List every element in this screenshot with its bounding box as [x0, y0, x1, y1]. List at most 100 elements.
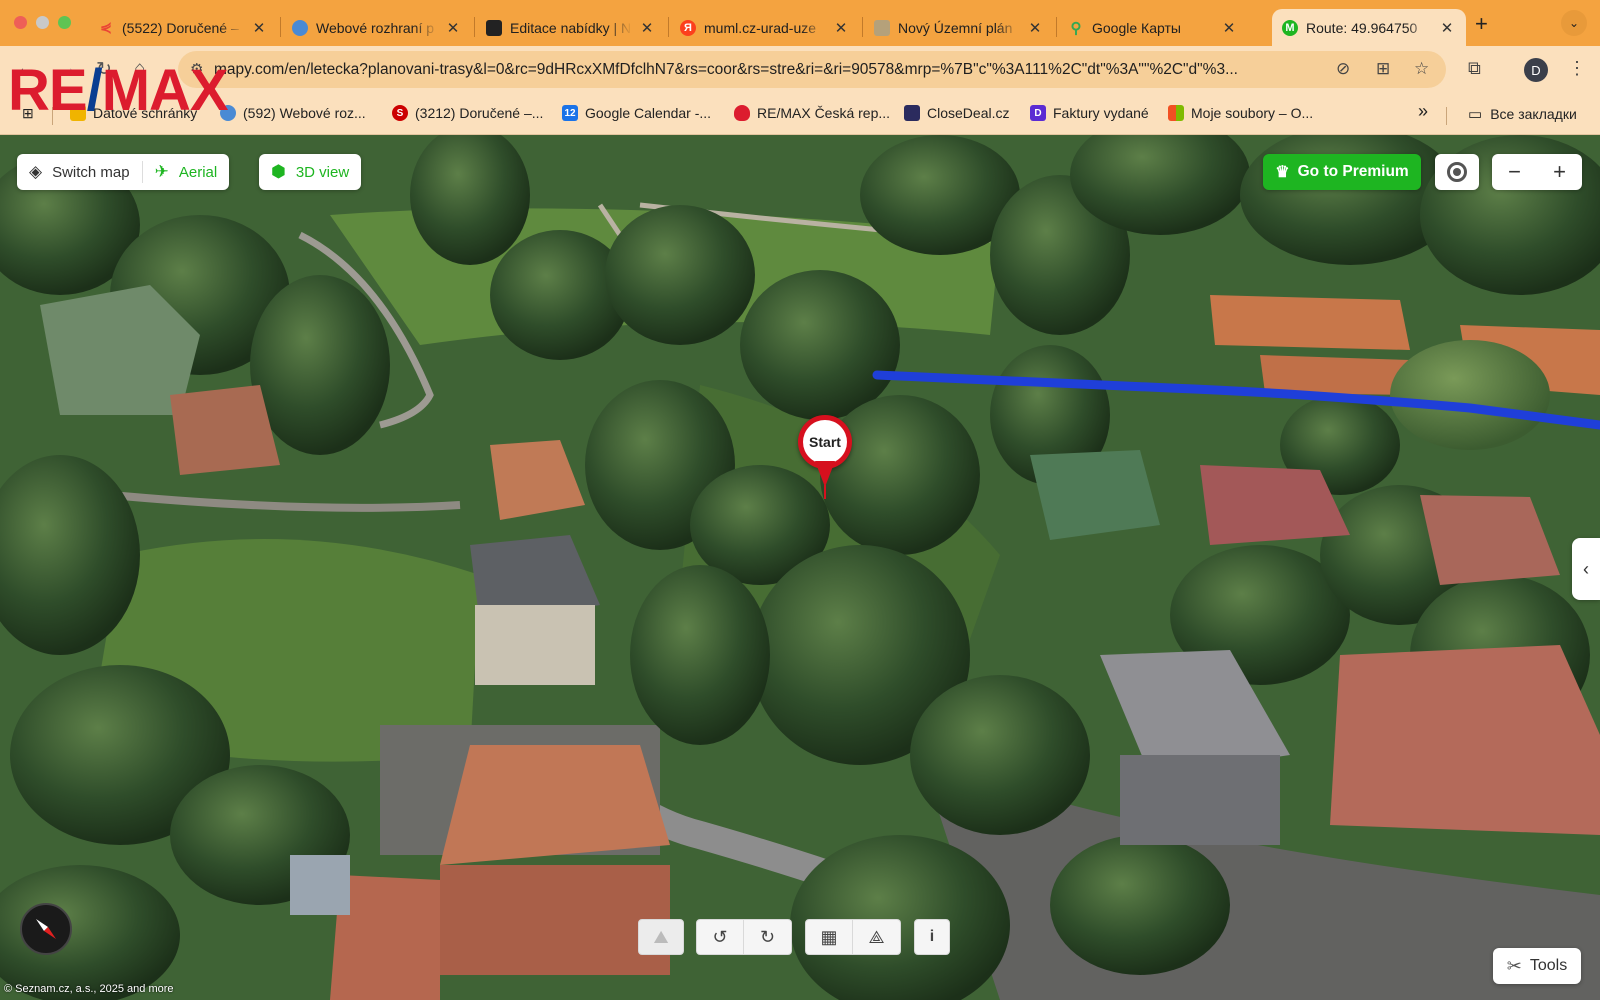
- map-pin-icon: ⚲: [1070, 19, 1082, 37]
- close-tab-icon[interactable]: ✕: [1438, 19, 1456, 37]
- globe-icon: [292, 19, 308, 36]
- start-marker-label: Start: [803, 420, 847, 464]
- rotate-right-icon: ↻: [759, 926, 776, 947]
- info-control: i: [914, 919, 950, 955]
- perspective-view-button[interactable]: ⟁: [853, 919, 901, 955]
- zoom-out-button[interactable]: −: [1508, 159, 1521, 185]
- eye-slash-icon[interactable]: ⊘: [1336, 59, 1350, 79]
- map-type-controls: ◈ Switch map ✈ Aerial: [17, 154, 230, 190]
- cube-icon: ⬢: [271, 162, 286, 181]
- browser-tab[interactable]: ⋞ (5522) Doručené – ✕: [88, 9, 278, 46]
- rotate-right-button[interactable]: ↻: [744, 919, 792, 955]
- close-window-button[interactable]: [14, 16, 27, 29]
- browser-tab[interactable]: Webové rozhraní p ✕: [282, 9, 472, 46]
- profile-avatar[interactable]: D: [1524, 58, 1548, 82]
- browser-tab[interactable]: Я muml.cz-urad-uze ✕: [670, 9, 860, 46]
- calendar-icon: 12: [562, 105, 578, 121]
- rotate-left-icon: ↺: [712, 926, 728, 947]
- yandex-icon: Я: [680, 19, 696, 36]
- close-tab-icon[interactable]: ✕: [1220, 19, 1238, 37]
- tab-title: muml.cz-urad-uze: [704, 19, 817, 36]
- close-tab-icon[interactable]: ✕: [250, 19, 268, 37]
- layers-icon: ◈: [29, 162, 43, 181]
- extensions-icon[interactable]: ⧉: [1468, 58, 1481, 79]
- airplane-icon: ✈: [154, 162, 169, 181]
- url-text[interactable]: mapy.com/en/letecka?planovani-trasy&l=0&…: [214, 61, 1314, 79]
- new-tab-button[interactable]: +: [1475, 11, 1488, 37]
- seznam-icon: S: [392, 105, 408, 121]
- maximize-window-button[interactable]: [58, 16, 71, 29]
- tab-title: Editace nabídky | N: [510, 19, 632, 36]
- tab-search-chevron-icon[interactable]: ⌄: [1561, 10, 1587, 36]
- balloon-icon: [734, 105, 750, 121]
- tools-button[interactable]: ✂ Tools: [1493, 948, 1581, 984]
- all-bookmarks-folder[interactable]: ▭ Все закладки: [1468, 105, 1577, 123]
- envelope-icon: ⋞: [100, 19, 112, 35]
- browser-tab-active[interactable]: M Route: 49.964750 ✕: [1272, 9, 1466, 46]
- rotate-controls: ↺ ↻: [696, 919, 792, 955]
- microsoft-icon: [1168, 105, 1184, 121]
- bookmark-item[interactable]: CloseDeal.cz: [904, 105, 1009, 121]
- clapperboard-icon: [486, 19, 502, 36]
- target-icon: [1447, 162, 1467, 182]
- locate-me-button[interactable]: [1435, 154, 1479, 190]
- folder-icon: ▭: [1468, 106, 1483, 123]
- d-icon: D: [1030, 105, 1046, 121]
- address-bar[interactable]: ⚙ mapy.com/en/letecka?planovani-trasy&l=…: [178, 51, 1446, 88]
- close-tab-icon[interactable]: ✕: [1026, 19, 1044, 37]
- tools-icon: ✂: [1506, 955, 1522, 976]
- bookmark-item[interactable]: D Faktury vydané: [1030, 105, 1149, 121]
- view-mode-controls: ▦ ⟁: [805, 919, 901, 955]
- browser-tab-strip: ⋞ (5522) Doručené – ✕ Webové rozhraní p …: [0, 0, 1600, 46]
- zoom-in-button[interactable]: +: [1553, 159, 1566, 185]
- remax-logo-watermark: RE/MAX: [8, 58, 229, 123]
- go-to-premium-button[interactable]: ♛ Go to Premium: [1263, 154, 1421, 190]
- close-tab-icon[interactable]: ✕: [444, 19, 462, 37]
- tab-title: Google Карты: [1092, 19, 1181, 36]
- bookmarks-bar: ⊞ Datové schránky (592) Webové roz... S …: [0, 93, 1600, 135]
- bookmark-item[interactable]: (592) Webové roz...: [220, 105, 366, 121]
- browser-tab[interactable]: Editace nabídky | N ✕: [476, 9, 666, 46]
- rotate-left-button[interactable]: ↺: [696, 919, 744, 955]
- browser-tab[interactable]: Nový Územní plán ✕: [864, 9, 1054, 46]
- close-tab-icon[interactable]: ✕: [638, 19, 656, 37]
- side-panel-toggle[interactable]: ‹: [1572, 538, 1600, 600]
- map-copyright[interactable]: © Seznam.cz, a.s., 2025 and more: [4, 983, 174, 995]
- chevron-left-icon: ‹: [1583, 558, 1589, 579]
- compass-icon[interactable]: [20, 903, 72, 955]
- aerial-button[interactable]: ✈ Aerial: [143, 154, 230, 190]
- crown-icon: ♛: [1275, 164, 1290, 181]
- tilt-control: ⛰: [638, 919, 684, 955]
- grid-icon: ▦: [820, 926, 838, 947]
- terrain-tilt-button[interactable]: ⛰: [638, 919, 684, 955]
- perspective-icon: ⟁: [868, 926, 885, 947]
- mapy-icon: M: [1282, 19, 1298, 36]
- bookmark-item[interactable]: 12 Google Calendar -...: [562, 105, 711, 121]
- tab-title: Nový Územní plán: [898, 19, 1013, 36]
- bookmarks-overflow-button[interactable]: »: [1418, 101, 1428, 122]
- browser-toolbar: ← → ↻ ⌂ ⚙ mapy.com/en/letecka?planovani-…: [0, 46, 1600, 93]
- shield-icon: [904, 105, 920, 121]
- minimize-window-button[interactable]: [36, 16, 49, 29]
- mountain-icon: ⛰: [653, 926, 669, 947]
- tab-title: Webové rozhraní p: [316, 19, 435, 36]
- switch-map-button[interactable]: ◈ Switch map: [17, 154, 142, 190]
- info-button[interactable]: i: [914, 919, 950, 955]
- view-3d-control: ⬢ 3D view: [259, 154, 362, 190]
- install-app-icon[interactable]: ⊞: [1376, 59, 1390, 79]
- zoom-controls: − +: [1492, 154, 1582, 190]
- browser-tab[interactable]: ⚲ Google Карты ✕: [1058, 9, 1248, 46]
- document-icon: [874, 19, 890, 36]
- tab-title: Route: 49.964750: [1306, 19, 1418, 36]
- top-view-button[interactable]: ▦: [805, 919, 853, 955]
- menu-kebab-icon[interactable]: ⋮: [1568, 58, 1586, 79]
- start-marker[interactable]: Start: [798, 415, 852, 505]
- bookmark-item[interactable]: Moje soubory – O...: [1168, 105, 1313, 121]
- aerial-map-3d[interactable]: Start: [0, 135, 1600, 1000]
- aerial-terrain-image: [0, 135, 1600, 1000]
- view-3d-button[interactable]: ⬢ 3D view: [259, 154, 361, 190]
- bookmark-star-icon[interactable]: ☆: [1414, 59, 1429, 79]
- close-tab-icon[interactable]: ✕: [832, 19, 850, 37]
- bookmark-item[interactable]: RE/MAX Česká rep...: [734, 105, 890, 121]
- bookmark-item[interactable]: S (3212) Doručené –...: [392, 105, 543, 121]
